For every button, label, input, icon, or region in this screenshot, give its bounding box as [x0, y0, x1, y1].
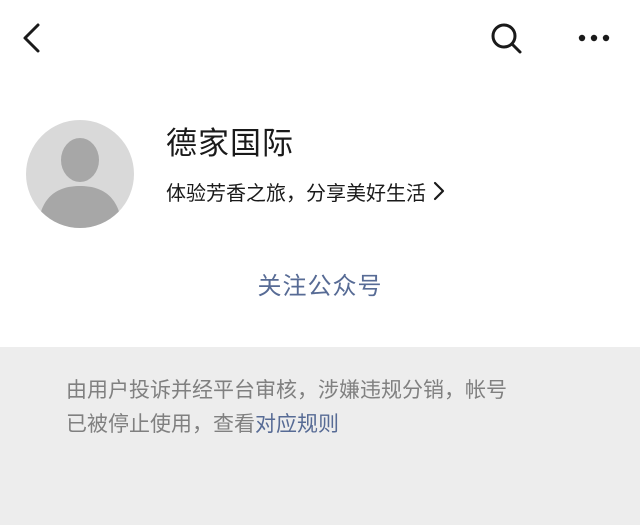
suspension-notice: 由用户投诉并经平台审核，涉嫌违规分销，帐号 已被停止使用，查看对应规则	[0, 347, 640, 525]
account-name: 德家国际	[166, 126, 294, 162]
chevron-right-icon	[433, 181, 445, 201]
account-description-link[interactable]: 体验芳香之旅，分享美好生活	[166, 176, 446, 206]
notice-line-2: 已被停止使用，查看对应规则	[66, 407, 596, 441]
notice-line-2-text: 已被停止使用，查看	[66, 412, 255, 436]
account-description: 体验芳香之旅，分享美好生活	[166, 180, 426, 205]
chevron-left-icon	[23, 23, 40, 53]
more-horizontal-icon	[578, 34, 610, 42]
back-button[interactable]	[14, 20, 50, 56]
rules-link[interactable]: 对应规则	[255, 412, 339, 436]
notice-text: 由用户投诉并经平台审核，涉嫌违规分销，帐号 已被停止使用，查看对应规则	[66, 373, 596, 441]
follow-account-button[interactable]: 关注公众号	[0, 266, 640, 301]
default-avatar-icon	[38, 138, 122, 228]
more-options-button[interactable]	[572, 22, 616, 54]
search-button[interactable]	[486, 18, 526, 58]
notice-line-1: 由用户投诉并经平台审核，涉嫌违规分销，帐号	[66, 378, 507, 402]
top-navigation-bar	[0, 0, 640, 76]
avatar[interactable]	[26, 120, 134, 228]
search-icon	[491, 23, 522, 54]
account-profile: 德家国际 体验芳香之旅，分享美好生活	[0, 100, 640, 250]
